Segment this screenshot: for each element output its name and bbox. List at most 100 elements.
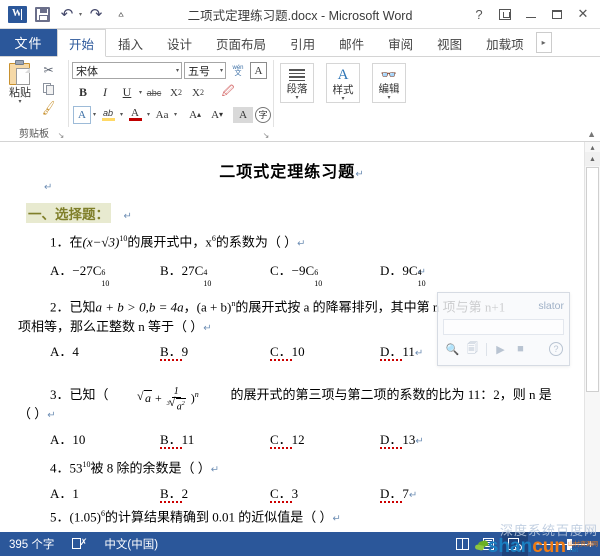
q1-option-a-letter: A．	[50, 263, 73, 279]
q1-option-c-letter: C．	[270, 263, 292, 279]
q2-option-c-value: 10	[291, 343, 305, 359]
scroll-up-button[interactable]: ▲	[585, 152, 600, 166]
vertical-scrollbar[interactable]: ▴ ▲	[584, 142, 600, 532]
tab-addins[interactable]: 加载项	[474, 29, 536, 56]
word-logo-icon: W	[6, 3, 28, 25]
ribbon-tab-bar: 文件 开始 插入 设计 页面布局 引用 邮件 审阅 视图 加载项 ▸	[0, 29, 600, 57]
view-print-layout-button[interactable]	[476, 532, 502, 556]
tab-review[interactable]: 审阅	[376, 29, 425, 56]
paste-button[interactable]: 粘贴 ▾	[3, 59, 37, 106]
zoom-slider-thumb[interactable]	[566, 538, 572, 550]
font-size-input[interactable]: 五号 ▾	[184, 62, 226, 79]
styles-button[interactable]: A 样式 ▾	[326, 63, 360, 103]
clear-formatting-button[interactable]: 🖉	[218, 84, 238, 102]
q2-option-b-letter: B．	[160, 343, 182, 361]
language-status[interactable]: 中文(中国)	[95, 532, 167, 556]
grow-font-button[interactable]: A ▴	[185, 106, 205, 124]
q3-option-d-letter: D．	[380, 431, 403, 449]
tab-file[interactable]: 文件	[0, 29, 57, 56]
q4-sup: 10	[82, 459, 91, 469]
change-case-button[interactable]: Aa	[152, 106, 172, 124]
editing-button[interactable]: 👓 编辑 ▾	[372, 63, 406, 103]
translator-search-icon[interactable]: 🔍	[444, 341, 461, 358]
text-highlight-button[interactable]: ab	[98, 106, 118, 124]
ribbon-display-options-button[interactable]	[492, 1, 518, 27]
paragraph-dropdown-icon[interactable]: ▾	[295, 95, 298, 102]
subscript-button[interactable]: X2	[166, 84, 186, 102]
font-size-dropdown-icon[interactable]: ▾	[220, 67, 223, 74]
document-page[interactable]: 二项式定理练习题↵ ↵ 一、选择题： ↵ 1．在(x−√3)10的展开式中，x6…	[0, 142, 584, 532]
proofing-status[interactable]: ✗	[63, 532, 95, 556]
undo-dropdown-icon[interactable]: ▾	[79, 11, 82, 18]
font-color-button[interactable]: A	[125, 106, 145, 124]
tab-insert[interactable]: 插入	[106, 29, 155, 56]
paragraph-button[interactable]: 段落 ▾	[280, 63, 314, 103]
font-color-icon: A	[128, 108, 142, 121]
font-name-input[interactable]: 宋体 ▾	[72, 62, 182, 79]
translator-help-icon[interactable]: ?	[549, 342, 563, 356]
tab-home[interactable]: 开始	[57, 29, 107, 57]
undo-icon[interactable]: ↶	[56, 3, 78, 25]
q5-text-after: 的计算结果精确到 0.01 的近似值是（ ）	[104, 509, 333, 525]
phonetic-guide-button[interactable]: wén 文	[228, 62, 248, 80]
paste-dropdown-icon[interactable]: ▾	[18, 99, 21, 106]
tab-references[interactable]: 引用	[278, 29, 327, 56]
tab-design[interactable]: 设计	[155, 29, 204, 56]
shrink-font-button[interactable]: A ▾	[207, 106, 227, 124]
customize-qat-icon[interactable]: ⩟	[110, 3, 132, 25]
scrollbar-thumb[interactable]	[586, 167, 599, 392]
translator-floating-panel[interactable]: slator 🔍 🗐 ▶ ■ ?	[437, 292, 570, 366]
highlight-dropdown-icon[interactable]: ▾	[120, 111, 123, 118]
redo-icon[interactable]: ↷	[85, 3, 107, 25]
close-button[interactable]: ✕	[570, 1, 596, 27]
underline-button[interactable]: U	[117, 84, 137, 102]
superscript-button[interactable]: X2	[188, 84, 208, 102]
zoom-out-button[interactable]: −	[534, 538, 541, 550]
tab-overflow-button[interactable]: ▸	[535, 32, 552, 53]
copy-button[interactable]	[39, 80, 58, 98]
save-icon[interactable]	[31, 3, 53, 25]
styles-dropdown-icon[interactable]: ▾	[341, 96, 344, 103]
question-3-line1: 3．已知（ 的展开式的第三项与第二项的系数的比为 11：2，则 n 是	[18, 386, 566, 404]
collapse-ribbon-button[interactable]: ▲	[587, 129, 596, 139]
view-web-layout-button[interactable]	[501, 532, 528, 556]
font-dialog-launcher[interactable]: ↘	[261, 130, 271, 141]
character-border-button[interactable]: 字	[255, 106, 272, 123]
tab-page-layout[interactable]: 页面布局	[204, 29, 278, 56]
bold-button[interactable]: B	[73, 84, 93, 102]
font-color-dropdown-icon[interactable]: ▾	[147, 111, 150, 118]
restore-button[interactable]	[544, 1, 570, 27]
translator-copy-icon[interactable]: 🗐	[464, 341, 481, 358]
editing-dropdown-icon[interactable]: ▾	[387, 95, 390, 102]
split-window-handle[interactable]: ▴	[585, 142, 600, 152]
view-read-mode-button[interactable]	[450, 532, 476, 556]
q3-number: 3．	[50, 386, 70, 402]
tab-view[interactable]: 视图	[425, 29, 474, 56]
zoom-in-button[interactable]: +	[587, 538, 594, 550]
tab-mailings[interactable]: 邮件	[327, 29, 376, 56]
styles-icon-letter: A	[337, 67, 349, 83]
translator-stop-icon[interactable]: ■	[512, 341, 529, 358]
zoom-slider-track[interactable]	[540, 538, 587, 550]
change-case-dropdown-icon[interactable]: ▾	[174, 111, 177, 118]
italic-button[interactable]: I	[95, 84, 115, 102]
zoom-slider[interactable]: − +	[528, 538, 600, 550]
q1-option-b-letter: B．	[160, 263, 182, 279]
font-name-dropdown-icon[interactable]: ▾	[176, 67, 179, 74]
translator-input-field[interactable]	[443, 319, 564, 335]
word-count-status[interactable]: 395 个字	[0, 532, 63, 556]
underline-dropdown-icon[interactable]: ▾	[139, 89, 142, 96]
translator-play-icon[interactable]: ▶	[492, 341, 509, 358]
text-effects-dropdown-icon[interactable]: ▾	[93, 111, 96, 118]
q3-option-c-letter: C．	[270, 431, 292, 449]
format-painter-button[interactable]: 🖌	[39, 99, 58, 117]
cut-button[interactable]: ✂	[39, 61, 58, 79]
character-shading-button[interactable]: A	[233, 106, 254, 123]
enclose-characters-button[interactable]: A	[250, 62, 267, 79]
clipboard-dialog-launcher[interactable]: ↘	[56, 130, 66, 141]
text-effects-button[interactable]: A	[73, 105, 91, 124]
question-3-block: a + 1 3a2 )n 3．已知（ 的展开式的第三项与第二项的系数的比为 11：…	[18, 386, 566, 425]
help-button[interactable]: ?	[466, 1, 492, 27]
strikethrough-button[interactable]: abc	[144, 84, 164, 102]
minimize-button[interactable]	[518, 1, 544, 27]
